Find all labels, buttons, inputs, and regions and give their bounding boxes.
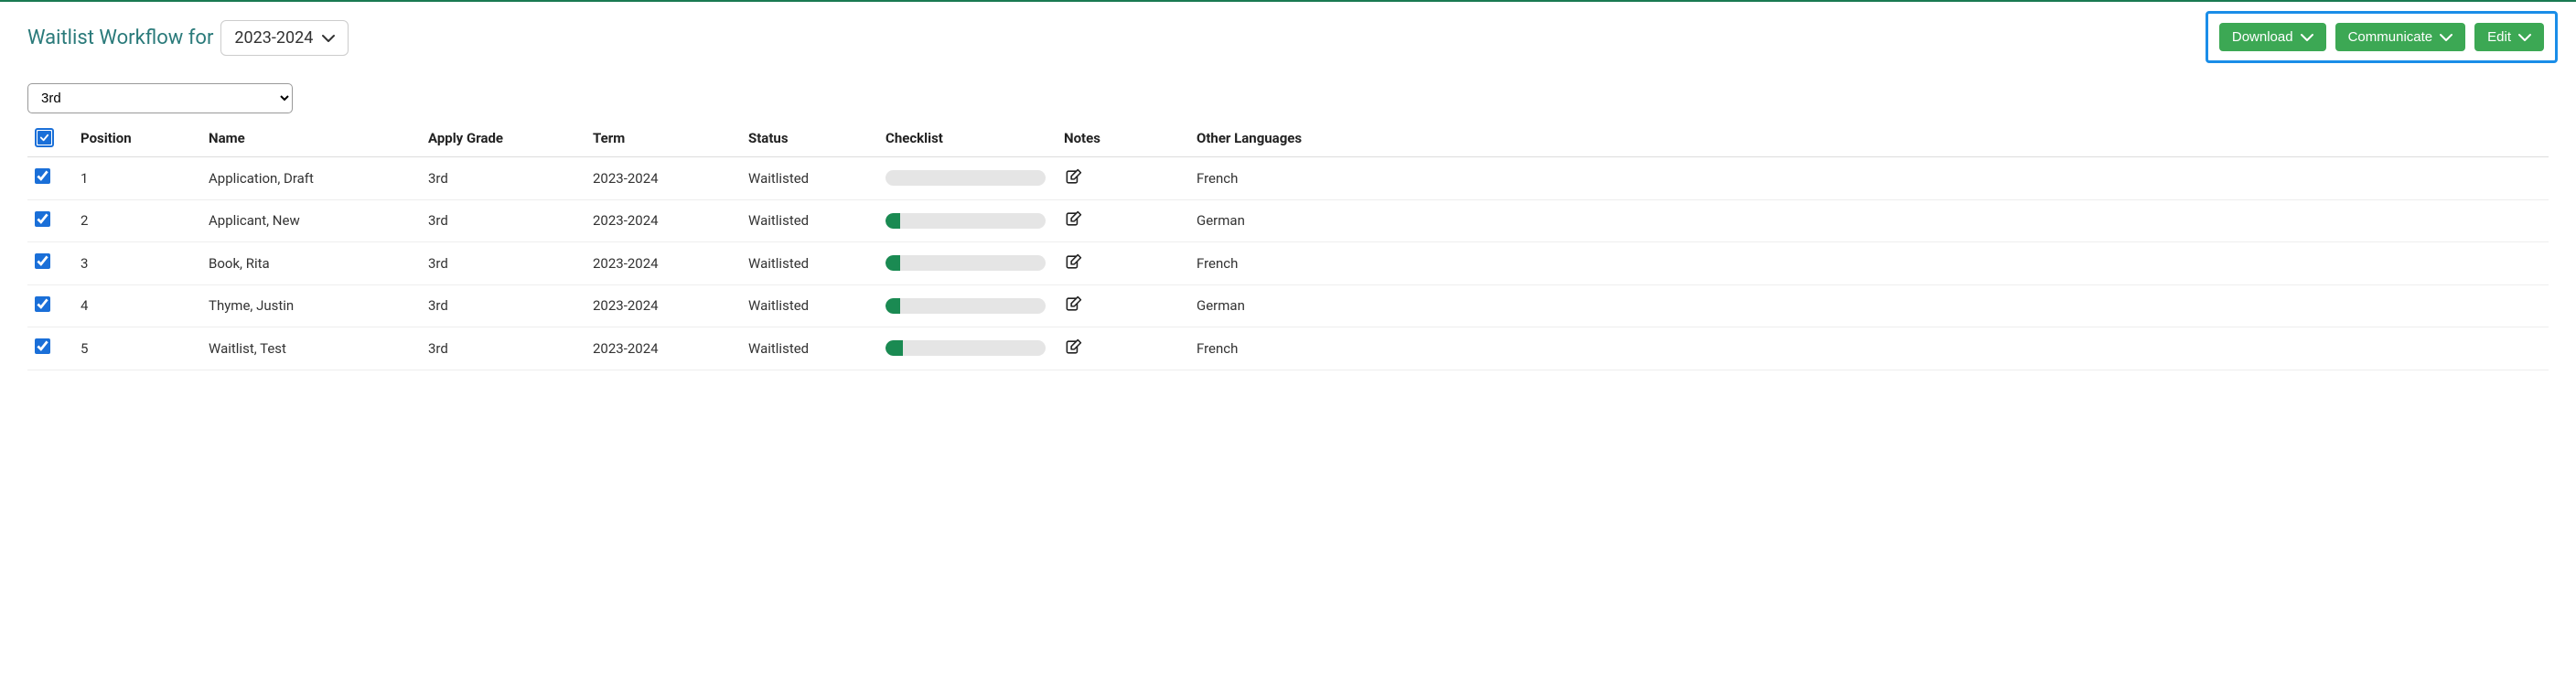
cell-notes (1057, 157, 1189, 200)
cell-apply-grade: 3rd (421, 242, 585, 285)
row-checkbox[interactable] (35, 296, 50, 312)
cell-position: 5 (73, 327, 201, 370)
cell-term: 2023-2024 (585, 284, 741, 327)
cell-apply-grade: 3rd (421, 284, 585, 327)
cell-name: Book, Rita (201, 242, 421, 285)
cell-term: 2023-2024 (585, 199, 741, 242)
cell-apply-grade: 3rd (421, 199, 585, 242)
cell-other-languages: German (1189, 284, 2549, 327)
header-apply-grade: Apply Grade (421, 119, 585, 157)
edit-label: Edit (2487, 29, 2511, 45)
cell-position: 1 (73, 157, 201, 200)
cell-checklist (878, 242, 1057, 285)
action-button-group: Download Communicate Edit (2206, 11, 2558, 63)
checklist-progress (886, 340, 1046, 356)
cell-other-languages: French (1189, 242, 2549, 285)
header-checklist: Checklist (878, 119, 1057, 157)
header-status: Status (741, 119, 878, 157)
cell-notes (1057, 242, 1189, 285)
communicate-button[interactable]: Communicate (2335, 23, 2466, 51)
cell-other-languages: German (1189, 199, 2549, 242)
edit-note-icon[interactable] (1064, 252, 1082, 271)
row-checkbox[interactable] (35, 168, 50, 184)
checklist-progress-fill (886, 298, 900, 314)
cell-apply-grade: 3rd (421, 157, 585, 200)
cell-checklist (878, 157, 1057, 200)
checklist-progress (886, 298, 1046, 314)
edit-button[interactable]: Edit (2474, 23, 2544, 51)
select-all-checkbox[interactable] (35, 128, 54, 147)
edit-note-icon[interactable] (1064, 295, 1082, 314)
cell-status: Waitlisted (741, 327, 878, 370)
cell-term: 2023-2024 (585, 242, 741, 285)
checklist-progress (886, 170, 1046, 186)
cell-position: 3 (73, 242, 201, 285)
page-title: Waitlist Workflow for (27, 27, 213, 49)
year-select-value: 2023-2024 (234, 28, 313, 48)
edit-note-icon[interactable] (1064, 210, 1082, 229)
cell-status: Waitlisted (741, 199, 878, 242)
header-term: Term (585, 119, 741, 157)
table-row: 1Application, Draft3rd2023-2024Waitliste… (27, 157, 2549, 200)
cell-name: Applicant, New (201, 199, 421, 242)
cell-notes (1057, 199, 1189, 242)
cell-checklist (878, 327, 1057, 370)
cell-notes (1057, 327, 1189, 370)
cell-other-languages: French (1189, 327, 2549, 370)
checklist-progress-fill (886, 255, 900, 271)
waitlist-table: Position Name Apply Grade Term Status Ch… (27, 119, 2549, 370)
checklist-progress-fill (886, 340, 903, 356)
grade-filter-select[interactable]: 3rd (27, 83, 293, 113)
header-notes: Notes (1057, 119, 1189, 157)
table-row: 2Applicant, New3rd2023-2024Waitlisted Ger… (27, 199, 2549, 242)
row-checkbox[interactable] (35, 338, 50, 354)
cell-term: 2023-2024 (585, 327, 741, 370)
row-checkbox[interactable] (35, 253, 50, 269)
checklist-progress-fill (886, 213, 900, 229)
cell-status: Waitlisted (741, 242, 878, 285)
cell-checklist (878, 284, 1057, 327)
cell-name: Thyme, Justin (201, 284, 421, 327)
cell-name: Waitlist, Test (201, 327, 421, 370)
cell-status: Waitlisted (741, 284, 878, 327)
table-row: 5Waitlist, Test3rd2023-2024Waitlisted Fre… (27, 327, 2549, 370)
header-other-languages: Other Languages (1189, 119, 2549, 157)
chevron-down-icon (2301, 31, 2313, 44)
checklist-progress (886, 213, 1046, 229)
cell-status: Waitlisted (741, 157, 878, 200)
chevron-down-icon (2518, 31, 2531, 44)
edit-note-icon[interactable] (1064, 167, 1082, 186)
cell-term: 2023-2024 (585, 157, 741, 200)
table-row: 3Book, Rita3rd2023-2024Waitlisted French (27, 242, 2549, 285)
cell-position: 4 (73, 284, 201, 327)
chevron-down-icon (2440, 31, 2453, 44)
table-row: 4Thyme, Justin3rd2023-2024Waitlisted Germ… (27, 284, 2549, 327)
cell-name: Application, Draft (201, 157, 421, 200)
row-checkbox[interactable] (35, 211, 50, 227)
cell-position: 2 (73, 199, 201, 242)
edit-note-icon[interactable] (1064, 338, 1082, 356)
cell-other-languages: French (1189, 157, 2549, 200)
download-button[interactable]: Download (2219, 23, 2326, 51)
cell-apply-grade: 3rd (421, 327, 585, 370)
cell-notes (1057, 284, 1189, 327)
communicate-label: Communicate (2348, 29, 2433, 45)
chevron-down-icon (322, 32, 335, 45)
header-name: Name (201, 119, 421, 157)
download-label: Download (2232, 29, 2293, 45)
cell-checklist (878, 199, 1057, 242)
year-select[interactable]: 2023-2024 (220, 20, 349, 56)
checklist-progress (886, 255, 1046, 271)
header-position: Position (73, 119, 201, 157)
